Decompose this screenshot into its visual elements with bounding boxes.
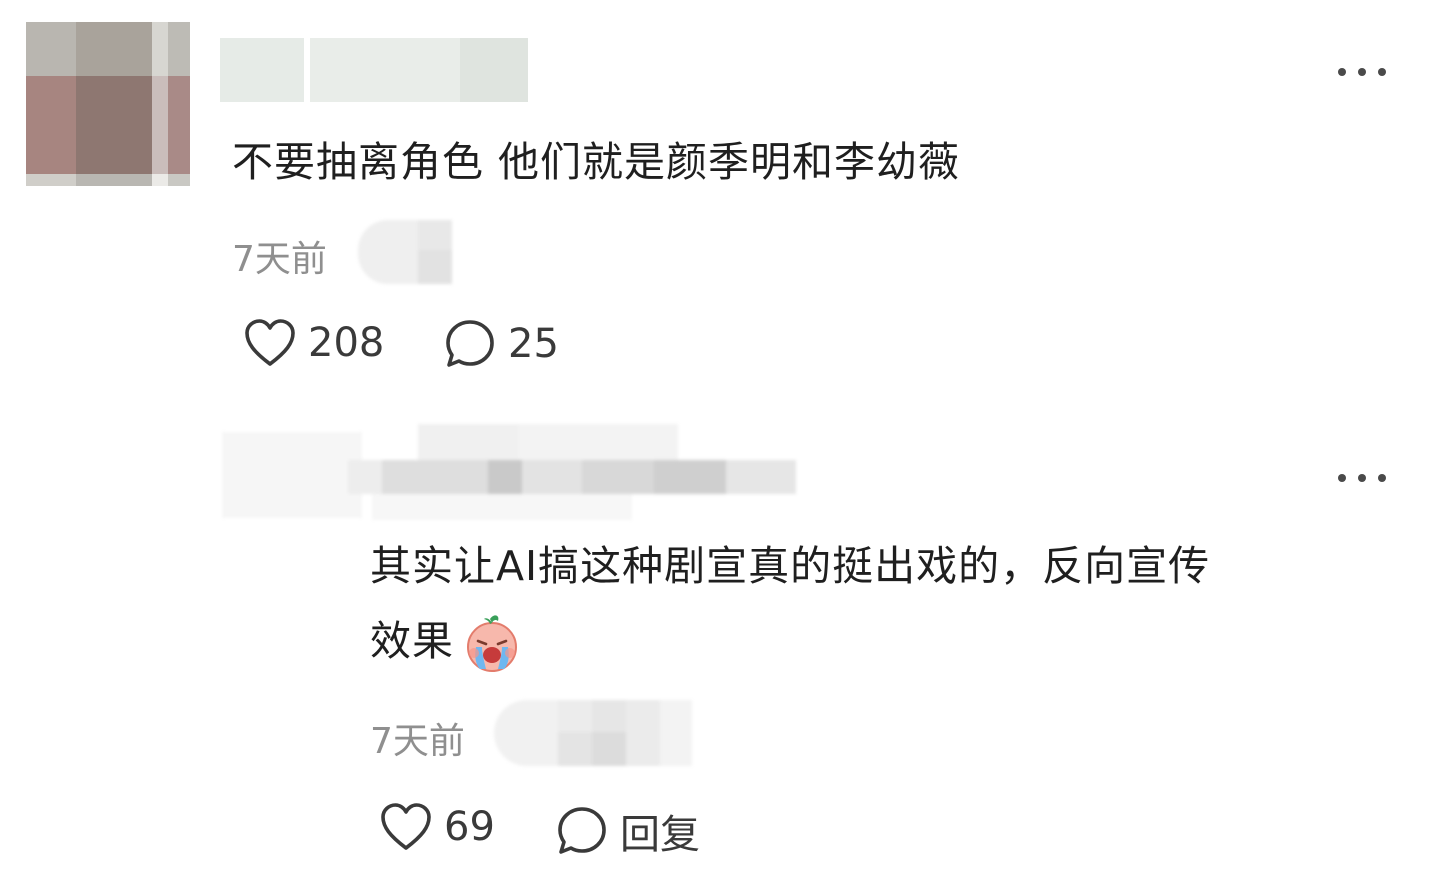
- dot-icon: [1358, 474, 1366, 482]
- location-censored: [358, 220, 452, 284]
- heart-icon: [245, 319, 295, 366]
- reply-time: 7天前: [370, 721, 465, 762]
- more-options-button[interactable]: [1338, 474, 1386, 482]
- avatar[interactable]: [26, 22, 190, 186]
- crying-face-emoji-icon: [460, 611, 520, 672]
- comment-bubble-icon: [446, 320, 494, 367]
- reply-label: 回复: [620, 812, 700, 858]
- like-button[interactable]: 208: [244, 318, 384, 368]
- reply-count: 25: [508, 321, 559, 367]
- reply-like-count: 69: [444, 804, 495, 850]
- more-options-button[interactable]: [1338, 68, 1386, 76]
- dot-icon: [1378, 474, 1386, 482]
- reply-button[interactable]: 回复: [556, 802, 700, 860]
- reply-text-tail: 效果: [370, 617, 454, 665]
- comment-text: 不要抽离角色 他们就是颜季明和李幼薇: [232, 138, 961, 186]
- dot-icon: [1378, 68, 1386, 76]
- heart-icon: [381, 803, 431, 850]
- reply-text-line-1: 其实让AI搞这种剧宣真的挺出戏的，反向宣传: [370, 542, 1211, 590]
- dot-icon: [1338, 68, 1346, 76]
- dot-icon: [1338, 474, 1346, 482]
- dot-icon: [1358, 68, 1366, 76]
- username-censored[interactable]: [220, 38, 528, 102]
- reply-count-button[interactable]: 25: [444, 318, 559, 370]
- comment-time: 7天前: [232, 239, 327, 280]
- location-censored: [494, 700, 692, 766]
- reply-like-button[interactable]: 69: [380, 802, 495, 852]
- comment-bubble-icon: [558, 807, 606, 854]
- like-count: 208: [308, 320, 385, 366]
- reply-text-line-2: 效果: [370, 611, 520, 672]
- reply-author-censored[interactable]: [222, 424, 796, 524]
